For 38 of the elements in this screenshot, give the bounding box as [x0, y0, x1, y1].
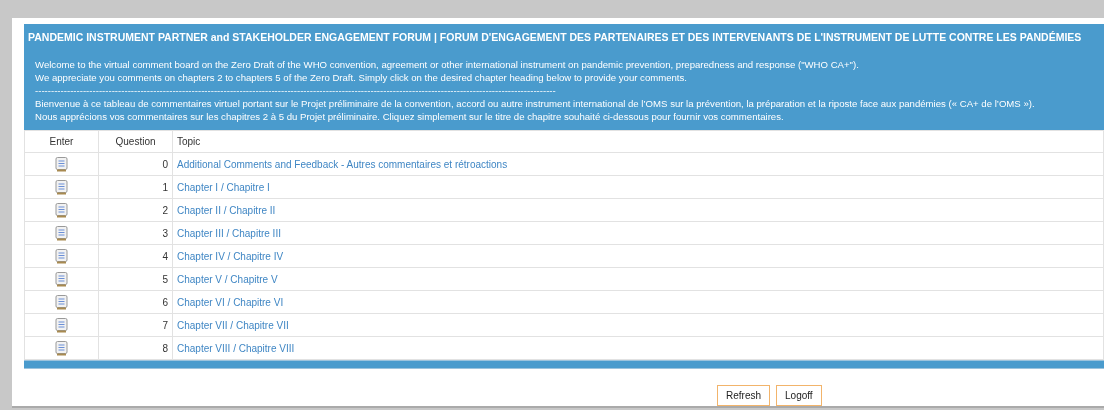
intro-text: We appreciate you comments on chapters 2 to chapters 5 of the Zero Draft. Simply click on the desired chapter heading below to provide your comments.	[35, 70, 688, 84]
note-icon[interactable]	[55, 202, 68, 218]
question-number: 5	[162, 273, 168, 285]
question-number: 1	[162, 181, 168, 193]
intro-text: Bienvenue à ce tableau de commentaires virtuel portant sur le Projet préliminaire de la convention, accord ou autre instrument international de l’OMS sur la prévention, la préparation et la riposte face aux pandémies (« CA+ de l’OMS »).	[35, 96, 1036, 110]
column-header: Enter	[49, 136, 74, 147]
note-icon[interactable]	[55, 156, 68, 172]
dashed-separator: -------------------------------------------------------------------------------------------------------------------------------------------------------------------	[35, 83, 557, 97]
question-number: 2	[162, 204, 168, 216]
action-button[interactable]: Refresh	[717, 385, 770, 406]
note-icon[interactable]	[55, 179, 68, 195]
topic-link[interactable]: Chapter V / Chapitre V	[177, 273, 278, 285]
note-icon[interactable]	[55, 294, 68, 310]
column-header: Topic	[177, 136, 201, 147]
topic-link[interactable]: Chapter I / Chapitre I	[177, 181, 270, 193]
topic-link[interactable]: Chapter II / Chapitre II	[177, 204, 276, 216]
intro-text: Welcome to the virtual comment board on the Zero Draft of the WHO convention, agreement or other international instrument on pandemic prevention, preparedness and response ("WHO CA+").	[35, 57, 860, 71]
question-number: 0	[162, 158, 168, 170]
column-header: Question	[115, 136, 156, 147]
note-icon[interactable]	[55, 248, 68, 264]
note-icon[interactable]	[55, 225, 68, 241]
topic-link[interactable]: Chapter VIII / Chapitre VIII	[177, 342, 295, 354]
topic-link[interactable]: Additional Comments and Feedback - Autres commentaires et rétroactions	[177, 158, 508, 170]
note-icon[interactable]	[55, 271, 68, 287]
question-number: 4	[162, 250, 168, 262]
question-number: 3	[162, 227, 168, 239]
question-number: 8	[162, 342, 168, 354]
question-number: 6	[162, 296, 168, 308]
topic-link[interactable]: Chapter III / Chapitre III	[177, 227, 281, 239]
note-icon[interactable]	[55, 340, 68, 356]
question-number: 7	[162, 319, 168, 331]
topic-link[interactable]: Chapter VII / Chapitre VII	[177, 319, 289, 331]
action-button[interactable]: Logoff	[776, 385, 822, 406]
topic-link[interactable]: Chapter VI / Chapitre VI	[177, 296, 284, 308]
intro-text: Nous apprécions vos commentaires sur les chapitres 2 à 5 du Projet préliminaire. Cliquez simplement sur le titre de chapitre souhaité ci-dessous pour fournir vos commentaires.	[35, 109, 785, 123]
note-icon[interactable]	[55, 317, 68, 333]
topic-link[interactable]: Chapter IV / Chapitre IV	[177, 250, 284, 262]
forum-title: PANDEMIC INSTRUMENT PARTNER and STAKEHOLDER ENGAGEMENT FORUM | FORUM D'ENGAGEMENT DES PARTENAIRES ET DES INTERVENANTS DE L'INSTRUMENT DE LUTTE CONTRE LES PANDÉMIES	[28, 30, 1083, 45]
